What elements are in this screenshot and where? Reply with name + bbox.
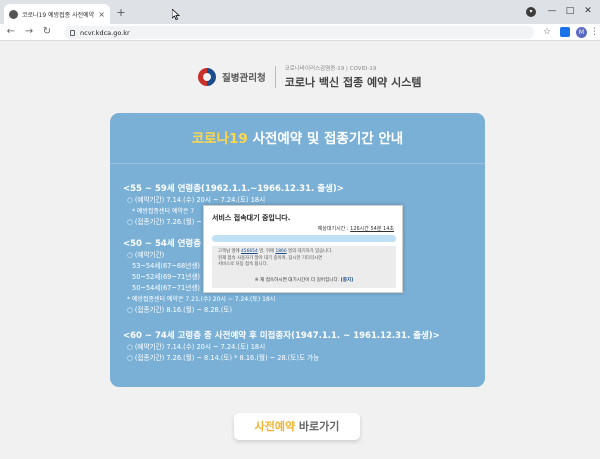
card-title: 코로나19 사전예약 및 접종기간 안내	[110, 127, 485, 147]
stop-link[interactable]: [중지]	[341, 278, 354, 283]
warning-text: ※ 재 접속하시면 대기시간이 더 길어집니다.	[254, 277, 341, 283]
eta-label: 예상대기시간 :	[317, 226, 351, 232]
eta-value: 126시간 54분 14초	[350, 226, 394, 232]
browser-toolbar: ← → ↻ ncvr.kdca.go.kr ☆ M ⋮	[0, 24, 600, 41]
new-tab-button[interactable]: +	[114, 6, 128, 20]
schedule-line: ○ (예약기간) 7.14.(수) 20시 ~ 7.24.(토) 18시	[127, 343, 266, 351]
bookmark-star-icon[interactable]: ☆	[540, 25, 554, 39]
system-title: 코로나 백신 접종 예약 시스템	[284, 76, 422, 89]
browser-tab[interactable]: 코로나19 예방접종 사전예약 시스 ×	[4, 4, 110, 24]
queue-ahead-count: 456654	[241, 249, 258, 254]
lock-icon[interactable]	[70, 29, 75, 36]
schedule-line: * 예방접종센터 예약은 7.21.(수) 20시 ~ 7.24.(토) 18시	[127, 296, 276, 303]
queue-text: 고객님 앞에	[218, 249, 241, 254]
wait-queue-modal: 서비스 접속대기 중입니다. 예상대기시간 : 126시간 54분 14초 고객…	[203, 205, 403, 293]
address-bar[interactable]: ncvr.kdca.go.kr	[64, 26, 534, 39]
back-button[interactable]: ←	[4, 25, 18, 39]
favicon-icon	[9, 9, 18, 19]
schedule-group-60-74: <60 ~ 74세 고령층 중 사전예약 후 미접종자(1947.1.1. ~ …	[123, 330, 440, 364]
profile-avatar[interactable]: M	[576, 27, 587, 38]
group-title: <60 ~ 74세 고령층 중 사전예약 후 미접종자(1947.1.1. ~ …	[123, 331, 440, 341]
modal-title: 서비스 접속대기 중입니다.	[212, 214, 291, 222]
tab-strip: 코로나19 예방접종 사전예약 시스 × + ▾ — □ ✕	[0, 0, 600, 24]
card-divider	[110, 163, 485, 164]
card-title-highlight: 코로나19	[191, 131, 248, 147]
card-title-rest: 사전예약 및 접종기간 안내	[247, 131, 404, 147]
site-header: 질병관리청 코로나바이러스감염증-19 | COVID-19 코로나 백신 접종…	[198, 64, 421, 90]
cta-rest: 바로가기	[295, 420, 340, 433]
tab-search-icon[interactable]: ▾	[526, 7, 536, 17]
url-text: ncvr.kdca.go.kr	[80, 28, 130, 37]
queue-behind-count: 1866	[275, 249, 287, 254]
schedule-line: ○ (접종기간) 7.26.(월) ~ 8.14.(토) * 8.16.(월) …	[127, 354, 320, 362]
mouse-cursor-icon	[172, 9, 180, 20]
queue-info-box: 고객님 앞에 456654 명, 뒤에 1866 명의 대기자가 있습니다. 현…	[212, 246, 396, 288]
org-name: 질병관리청	[222, 73, 266, 84]
cta-highlight: 사전예약	[254, 420, 296, 433]
kdca-logo-icon	[198, 68, 216, 86]
schedule-line: ○ (접종기간) 8.16.(월) ~ 8.28.(토)	[127, 306, 233, 314]
estimated-wait: 예상대기시간 : 126시간 54분 14초	[318, 225, 394, 232]
queue-info-line: 서비스로 자동 접속 됩니다.	[218, 262, 269, 267]
browser-menu-icon[interactable]: ⋮	[590, 25, 599, 39]
close-tab-icon[interactable]: ×	[98, 10, 105, 19]
go-to-reservation-button[interactable]: 사전예약 바로가기	[234, 413, 360, 440]
group-title: <55 ~ 59세 연령층(1962.1.1.~1966.12.31. 출생)>	[123, 184, 344, 194]
extension-icon[interactable]	[560, 27, 570, 37]
reload-button[interactable]: ↻	[40, 25, 54, 39]
tab-title: 코로나19 예방접종 사전예약 시스	[22, 11, 95, 19]
forward-button[interactable]: →	[22, 25, 36, 39]
reconnect-warning: ※ 재 접속하시면 대기시간이 더 길어집니다. [중지]	[218, 277, 390, 283]
queue-text: 명, 뒤에	[257, 249, 276, 254]
header-divider	[274, 66, 276, 88]
wait-progress-bar	[212, 235, 396, 242]
system-subtitle: 코로나바이러스감염증-19 | COVID-19	[284, 66, 377, 72]
queue-text: 명의 대기자가 있습니다.	[286, 249, 333, 254]
close-window-button[interactable]: ✕	[574, 0, 600, 22]
